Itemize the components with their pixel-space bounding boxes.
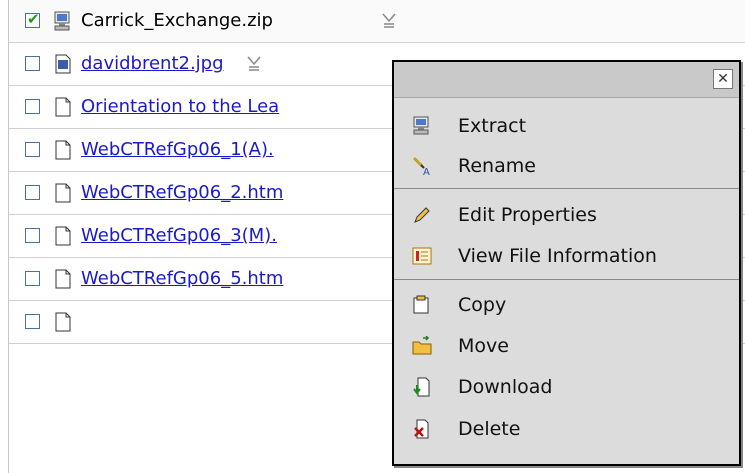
extract-icon bbox=[413, 116, 429, 135]
file-link[interactable]: WebCTRefGp06_1(A). bbox=[81, 139, 274, 160]
menu-item-label: Move bbox=[458, 335, 509, 357]
menu-separator bbox=[394, 188, 739, 189]
menu-item-copy[interactable]: Copy bbox=[394, 286, 739, 324]
rename-icon: A bbox=[412, 156, 430, 176]
menu-item-label: Extract bbox=[458, 115, 527, 137]
document-icon bbox=[55, 312, 71, 332]
file-link[interactable]: WebCTRefGp06_2.htm bbox=[81, 182, 283, 203]
file-name: Carrick_Exchange.zip bbox=[81, 10, 273, 31]
menu-item-label: View File Information bbox=[458, 245, 657, 267]
file-link[interactable]: WebCTRefGp06_3(M). bbox=[81, 225, 277, 246]
svg-text:A: A bbox=[423, 167, 430, 176]
row-checkbox[interactable] bbox=[25, 185, 40, 200]
row-checkbox[interactable] bbox=[25, 271, 40, 286]
download-icon bbox=[413, 377, 430, 397]
document-icon bbox=[55, 269, 71, 289]
copy-icon bbox=[413, 295, 429, 314]
menu-item-label: Rename bbox=[458, 155, 536, 177]
close-icon[interactable]: ✕ bbox=[713, 69, 733, 89]
row-checkbox[interactable] bbox=[25, 142, 40, 157]
row-checkbox[interactable] bbox=[25, 56, 40, 71]
file-link[interactable]: WebCTRefGp06_5.htm bbox=[81, 268, 283, 289]
row-checkbox[interactable]: ✔ bbox=[25, 10, 40, 28]
menu-item-label: Delete bbox=[458, 418, 521, 440]
file-row[interactable]: ✔ Carrick_Exchange.zip bbox=[9, 0, 745, 43]
menu-item-label: Download bbox=[458, 376, 553, 398]
document-icon bbox=[55, 226, 71, 246]
action-menu-icon[interactable] bbox=[380, 10, 398, 32]
move-folder-icon bbox=[412, 336, 432, 355]
document-icon bbox=[55, 140, 71, 160]
document-icon bbox=[55, 183, 71, 203]
file-context-menu: ✕ Extract A Rename Edit Properties View … bbox=[392, 60, 741, 466]
pencil-icon bbox=[414, 207, 430, 223]
menu-item-view-file-information[interactable]: View File Information bbox=[394, 237, 739, 275]
menu-item-delete[interactable]: Delete bbox=[394, 410, 739, 448]
menu-item-label: Edit Properties bbox=[458, 204, 597, 226]
menu-separator bbox=[394, 279, 739, 280]
row-checkbox[interactable] bbox=[25, 99, 40, 114]
info-icon bbox=[412, 247, 432, 265]
menu-titlebar: ✕ bbox=[394, 62, 739, 98]
menu-item-move[interactable]: Move bbox=[394, 327, 739, 365]
menu-item-rename[interactable]: A Rename bbox=[394, 147, 739, 185]
menu-item-label: Copy bbox=[458, 294, 507, 316]
delete-icon bbox=[414, 419, 429, 439]
action-menu-icon[interactable] bbox=[245, 53, 263, 75]
menu-item-edit-properties[interactable]: Edit Properties bbox=[394, 196, 739, 234]
zip-archive-icon bbox=[54, 11, 70, 31]
file-link[interactable]: davidbrent2.jpg bbox=[81, 53, 224, 74]
document-icon bbox=[55, 97, 71, 117]
menu-item-extract[interactable]: Extract bbox=[394, 107, 739, 145]
file-link[interactable]: Orientation to the Lea bbox=[81, 96, 279, 117]
row-checkbox[interactable] bbox=[25, 228, 40, 243]
row-checkbox[interactable] bbox=[25, 314, 40, 329]
menu-item-download[interactable]: Download bbox=[394, 368, 739, 406]
checkmark-icon: ✔ bbox=[27, 10, 40, 28]
image-file-icon bbox=[55, 54, 71, 74]
